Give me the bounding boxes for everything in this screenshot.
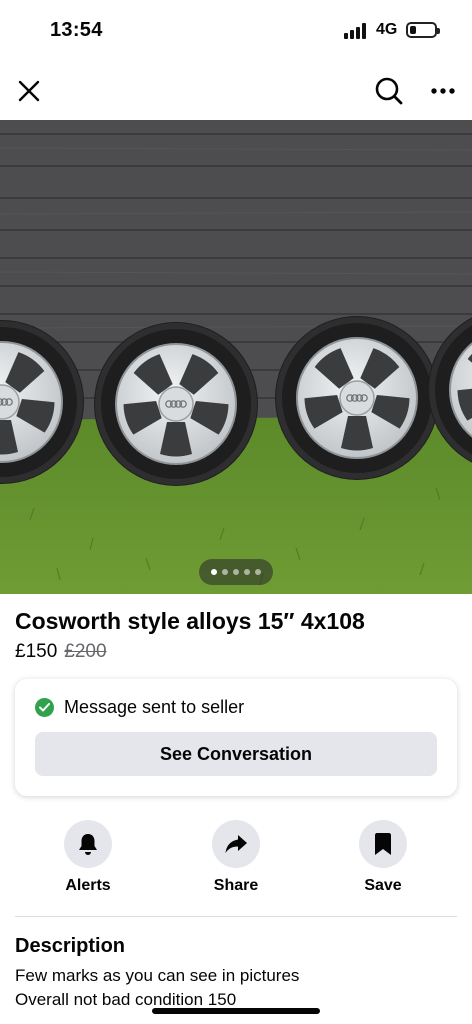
carousel-dot[interactable]	[255, 569, 261, 575]
see-conversation-button[interactable]: See Conversation	[35, 732, 437, 776]
home-indicator[interactable]	[152, 1008, 320, 1014]
top-nav	[0, 62, 472, 120]
close-icon	[18, 80, 40, 102]
share-label: Share	[213, 877, 259, 894]
action-row: Alerts Share Save	[0, 820, 472, 900]
carousel-indicator[interactable]	[199, 559, 273, 585]
bell-icon	[79, 834, 97, 855]
search-button[interactable]	[370, 72, 408, 110]
check-circle-icon	[35, 698, 54, 717]
save-label: Save	[364, 877, 402, 894]
bookmark-icon	[375, 833, 391, 855]
alerts-circle	[64, 820, 112, 868]
message-status: Message sent to seller	[64, 697, 245, 717]
original-price: £200	[64, 641, 107, 662]
description-heading: Description	[15, 935, 126, 957]
share-icon	[225, 835, 247, 853]
search-icon	[375, 77, 403, 105]
network-type: 4G	[376, 21, 398, 38]
battery-icon	[406, 22, 440, 38]
save-circle	[359, 820, 407, 868]
listing-title: Cosworth style alloys 15″ 4x108	[15, 608, 365, 634]
share-button[interactable]: Share	[191, 820, 281, 895]
status-time: 13:54	[50, 19, 103, 41]
share-circle	[212, 820, 260, 868]
description-line-2: Overall not bad condition 150	[15, 990, 237, 1009]
carousel-dot[interactable]	[211, 569, 217, 575]
wheels-photo	[0, 120, 472, 594]
current-price: £150	[15, 641, 58, 662]
carousel-dot[interactable]	[222, 569, 228, 575]
price-row: £150 £200	[15, 641, 107, 663]
divider	[15, 916, 457, 917]
carousel-dot[interactable]	[233, 569, 239, 575]
carousel-dot[interactable]	[244, 569, 250, 575]
message-sent-card: Message sent to seller See Conversation	[15, 679, 457, 796]
close-button[interactable]	[10, 72, 48, 110]
alerts-button[interactable]: Alerts	[43, 820, 133, 895]
more-button[interactable]	[424, 72, 462, 110]
more-icon	[431, 88, 455, 94]
alerts-label: Alerts	[65, 877, 111, 894]
signal-icon	[344, 23, 370, 39]
save-button[interactable]: Save	[338, 820, 428, 895]
status-bar: 13:54 4G	[0, 0, 472, 62]
description-line-1: Few marks as you can see in pictures	[15, 966, 300, 985]
listing-photo[interactable]	[0, 120, 472, 594]
